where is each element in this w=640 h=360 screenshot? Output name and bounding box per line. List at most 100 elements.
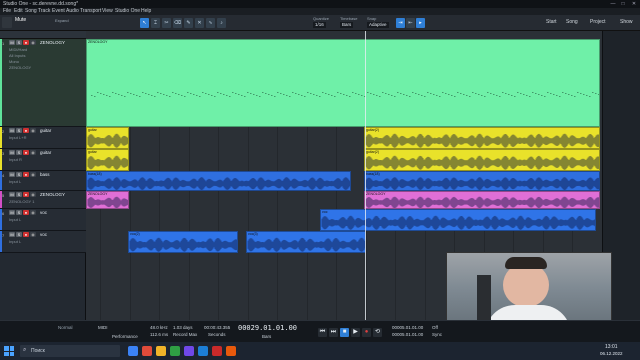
clock-time[interactable]: 13:01	[605, 344, 618, 350]
track-header[interactable]: 6 M S ● ◉ voc Input L	[0, 209, 86, 231]
record-icon[interactable]: ●	[362, 328, 371, 337]
monitor-button[interactable]: ◉	[30, 232, 36, 237]
app-icon[interactable]	[142, 346, 152, 356]
track-io-label[interactable]: Input R	[9, 157, 22, 162]
windows-logo-icon[interactable]	[4, 346, 14, 356]
quantize-select[interactable]: 1/16	[313, 22, 326, 28]
monitor-button[interactable]: ◉	[30, 150, 36, 155]
solo-button[interactable]: S	[16, 128, 22, 133]
audio-clip[interactable]: guitar(2)	[364, 127, 600, 149]
audio-clip[interactable]: guitar	[86, 149, 129, 171]
track-io-label[interactable]: All Inputs	[9, 53, 25, 58]
record-arm-button[interactable]: ●	[23, 172, 29, 177]
taskbar-search[interactable]: ⌕ Поиск	[20, 345, 120, 357]
menu-song[interactable]: Song	[25, 8, 37, 15]
monitor-button[interactable]: ◉	[30, 192, 36, 197]
track-io-label[interactable]: Input L	[9, 239, 21, 244]
menu-help[interactable]: Help	[141, 8, 151, 15]
audio-clip[interactable]: ZENOLOGY	[364, 191, 600, 209]
track-header[interactable]: 7 M S ● ◉ voc Input L	[0, 231, 86, 253]
monitor-button[interactable]: ◉	[30, 210, 36, 215]
autoscroll-button[interactable]: ⇤	[406, 18, 415, 28]
monitor-button[interactable]: ◉	[30, 172, 36, 177]
solo-button[interactable]: S	[16, 192, 22, 197]
track-name[interactable]: voc	[40, 232, 47, 237]
track-header[interactable]: 3 M S ● ◉ guitar Input R	[0, 149, 86, 171]
track-io-label[interactable]: Input L	[9, 179, 21, 184]
loop-icon[interactable]: ⟲	[373, 328, 382, 337]
audio-clip[interactable]: voc(3)	[246, 231, 366, 253]
sync-value[interactable]: Off	[432, 325, 438, 330]
explorer-icon[interactable]	[156, 346, 166, 356]
solo-button[interactable]: S	[16, 232, 22, 237]
track-io-label[interactable]: Mono	[9, 59, 19, 64]
record-arm-button[interactable]: ●	[23, 232, 29, 237]
maximize-icon[interactable]: □	[618, 0, 628, 8]
bend-tool-button[interactable]: ∿	[206, 18, 215, 28]
mute-button[interactable]: M	[9, 40, 15, 45]
track-io-label[interactable]: Input L+R	[9, 135, 26, 140]
menu-edit[interactable]: Edit	[14, 8, 23, 15]
audio-clip[interactable]: guitar(2)	[364, 149, 600, 171]
mute-button[interactable]: M	[9, 172, 15, 177]
track-io-label[interactable]: MIDI/Hard	[9, 47, 27, 52]
track-name[interactable]: guitar	[40, 150, 51, 155]
audio-clip[interactable]: ZENOLOGY	[86, 191, 129, 209]
arrow-tool-button[interactable]: ↖	[140, 18, 149, 28]
menu-view[interactable]: View	[102, 8, 113, 15]
track-color-swatch[interactable]	[2, 17, 12, 28]
mute-button[interactable]: M	[9, 150, 15, 155]
menu-transport[interactable]: Transport	[80, 8, 101, 15]
track-header[interactable]: 4 M S ● ◉ bass Input L	[0, 171, 86, 191]
obs-icon[interactable]	[226, 346, 236, 356]
track-name[interactable]: voc	[40, 210, 47, 215]
menu-studio-one[interactable]: Studio One	[115, 8, 140, 15]
track-io-label[interactable]: Input L	[9, 217, 21, 222]
audio-clip[interactable]: ZENOLOGY	[86, 39, 600, 127]
playhead[interactable]	[365, 31, 366, 320]
track-name[interactable]: guitar	[40, 128, 51, 133]
track-io-label[interactable]: ZENOLOGY 1	[9, 199, 35, 204]
track-io-label[interactable]: ZENOLOGY	[9, 65, 31, 70]
position-display[interactable]: 00029.01.01.00	[238, 324, 297, 332]
track-name[interactable]: ZENOLOGY	[40, 40, 65, 45]
minimize-icon[interactable]: —	[608, 0, 618, 8]
mode-label[interactable]: Normal	[58, 325, 73, 330]
mute-tool-button[interactable]: ✕	[195, 18, 204, 28]
listen-tool-button[interactable]: ♪	[217, 18, 226, 28]
nav-project[interactable]: Project	[590, 19, 606, 25]
close-icon[interactable]: ✕	[629, 0, 639, 8]
monitor-button[interactable]: ◉	[30, 128, 36, 133]
track-name[interactable]: ZENOLOGY	[40, 192, 65, 197]
loop-start[interactable]: 00005.01.01.00	[392, 325, 423, 330]
record-arm-button[interactable]: ●	[23, 192, 29, 197]
app-icon[interactable]	[170, 346, 180, 356]
play-icon[interactable]: ▶	[351, 328, 360, 337]
eraser-tool-button[interactable]: ⌫	[173, 18, 182, 28]
mute-button[interactable]: M	[9, 232, 15, 237]
menu-track[interactable]: Track	[38, 8, 50, 15]
app-icon[interactable]	[184, 346, 194, 356]
audio-clip[interactable]: guitar	[86, 127, 129, 149]
record-arm-button[interactable]: ●	[23, 210, 29, 215]
audio-clip[interactable]: bass(18)	[86, 171, 351, 191]
nav-song[interactable]: Song	[566, 19, 578, 25]
taskview-icon[interactable]	[128, 346, 138, 356]
solo-button[interactable]: S	[16, 210, 22, 215]
nav-start[interactable]: Start	[546, 19, 557, 25]
track-name[interactable]: bass	[40, 172, 50, 177]
audio-clip[interactable]: voc(2)	[128, 231, 238, 253]
menu-audio[interactable]: Audio	[66, 8, 79, 15]
stop-icon[interactable]: ■	[340, 328, 349, 337]
app-icon[interactable]	[212, 346, 222, 356]
nav-show[interactable]: Show	[620, 19, 633, 25]
split-tool-button[interactable]: ✂	[162, 18, 171, 28]
record-arm-button[interactable]: ●	[23, 150, 29, 155]
track-header[interactable]: 1 M S ● ◉ ZENOLOGY MIDI/Hard All Inputs Mono ZENO…	[0, 39, 86, 127]
menu-event[interactable]: Event	[52, 8, 65, 15]
solo-button[interactable]: S	[16, 40, 22, 45]
range-tool-button[interactable]: ⌶	[151, 18, 160, 28]
expand-label[interactable]: Expand	[55, 18, 69, 23]
monitor-button[interactable]: ◉	[30, 40, 36, 45]
audio-clip[interactable]: bass(18)	[364, 171, 600, 191]
